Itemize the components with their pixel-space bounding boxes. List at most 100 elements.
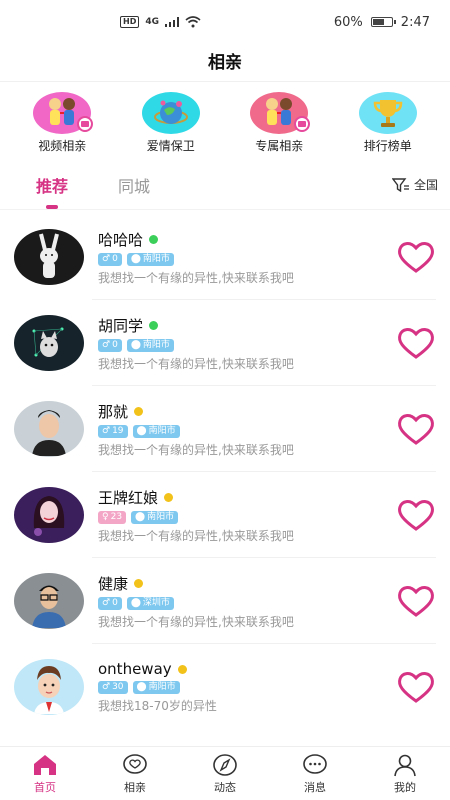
user-name: 哈哈哈	[98, 230, 144, 249]
video-camera-icon	[294, 116, 311, 132]
user-info: 王牌红娘 ♀ 23 ⬤ 南阳市 我想找一个有缘的异性,快来联系我吧	[98, 487, 396, 544]
user-motto: 我想找18-70岁的异性	[98, 699, 217, 713]
user-info: 健康 ♂ 0 ⬤ 深圳市 我想找一个有缘的异性,快来联系我吧	[98, 573, 396, 630]
list-item[interactable]: ontheway ♂ 30 ⬤ 南阳市 我想找18-70岁的异性	[0, 644, 450, 730]
like-heart-icon[interactable]	[396, 583, 436, 619]
location-icon: ⬤	[130, 339, 141, 350]
hd-indicator: HD	[120, 16, 140, 28]
nav-label: 我的	[394, 780, 416, 794]
feature-label: 排行榜单	[363, 139, 412, 153]
online-status-dot	[149, 234, 159, 244]
tab-same-city[interactable]: 同城	[118, 173, 150, 197]
compass-icon	[213, 753, 237, 776]
user-name: 健康	[98, 574, 129, 593]
nav-profile[interactable]: 我的	[360, 747, 450, 800]
status-bar: HD 4G 60% 2:47	[0, 0, 450, 44]
battery-icon	[370, 17, 396, 27]
city-badge: ⬤ 南阳市	[126, 338, 174, 352]
user-icon	[394, 754, 416, 776]
list-item[interactable]: 健康 ♂ 0 ⬤ 深圳市 我想找一个有缘的异性,快来联系我吧	[0, 558, 450, 644]
city-badge: ⬤ 深圳市	[126, 596, 174, 610]
online-status-dot	[134, 578, 144, 588]
list-item[interactable]: 胡同学 ♂ 0 ⬤ 南阳市 我想找一个有缘的异性,快来联系我吧	[0, 300, 450, 386]
like-heart-icon[interactable]	[396, 325, 436, 361]
location-icon: ⬤	[135, 511, 146, 522]
like-heart-icon[interactable]	[396, 669, 436, 705]
user-info: 那就 ♂ 19 ⬤ 南阳市 我想找一个有缘的异性,快来联系我吧	[98, 401, 396, 458]
city-badge: ⬤ 南阳市	[132, 681, 180, 694]
battery-percent: 60%	[333, 14, 363, 30]
status-right: 60% 2:47	[334, 15, 430, 30]
user-name: 王牌红娘	[98, 488, 159, 507]
feature-row: 视频相亲 爱情保卫 专属相亲 排行榜单	[0, 82, 450, 160]
feature-video-dating[interactable]: 视频相亲	[12, 92, 112, 154]
tab-recommend[interactable]: 推荐	[36, 173, 68, 197]
filter-label: 全国	[413, 178, 438, 192]
globe-love-icon	[141, 92, 200, 134]
bottom-nav: 首页 相亲 动态 消息 我的	[0, 746, 450, 800]
feature-label: 专属相亲	[255, 139, 304, 153]
online-status-dot	[177, 664, 187, 674]
home-icon	[34, 754, 56, 775]
like-heart-icon[interactable]	[396, 411, 436, 447]
user-motto: 我想找一个有缘的异性,快来联系我吧	[98, 614, 294, 629]
avatar	[14, 401, 84, 457]
user-motto: 我想找一个有缘的异性,快来联系我吧	[98, 528, 294, 543]
gender-age-badge: ♂ 19	[98, 424, 128, 438]
city-badge: ⬤ 南阳市	[131, 510, 179, 524]
nav-moments[interactable]: 动态	[180, 747, 270, 800]
avatar	[14, 229, 84, 285]
user-info: 胡同学 ♂ 0 ⬤ 南阳市 我想找一个有缘的异性,快来联系我吧	[98, 315, 396, 372]
network-indicator: 4G	[145, 17, 159, 27]
like-heart-icon[interactable]	[396, 239, 436, 275]
region-filter[interactable]: 全国	[391, 176, 438, 193]
location-icon: ⬤	[130, 253, 141, 264]
like-heart-icon[interactable]	[396, 497, 436, 533]
avatar	[14, 659, 84, 715]
location-icon: ⬤	[136, 682, 147, 692]
user-info: 哈哈哈 ♂ 0 ⬤ 南阳市 我想找一个有缘的异性,快来联系我吧	[98, 229, 396, 286]
user-name: ontheway	[98, 660, 172, 678]
city-badge: ⬤ 南阳市	[132, 424, 180, 438]
gender-age-badge: ♀ 23	[98, 510, 127, 524]
trophy-icon	[358, 92, 417, 134]
online-status-dot	[164, 492, 174, 502]
feature-love-guard[interactable]: 爱情保卫	[121, 92, 221, 154]
user-name: 那就	[98, 402, 129, 421]
couple-exclusive-icon	[250, 92, 311, 134]
gender-age-badge: ♂ 30	[98, 681, 128, 694]
avatar	[14, 315, 84, 371]
user-info: ontheway ♂ 30 ⬤ 南阳市 我想找18-70岁的异性	[98, 660, 396, 714]
feature-label: 视频相亲	[38, 139, 87, 153]
feature-exclusive-dating[interactable]: 专属相亲	[229, 92, 329, 154]
avatar	[14, 573, 84, 629]
wifi-icon	[185, 16, 201, 28]
list-item[interactable]: 哈哈哈 ♂ 0 ⬤ 南阳市 我想找一个有缘的异性,快来联系我吧	[0, 214, 450, 300]
filter-icon	[391, 177, 409, 192]
nav-dating[interactable]: 相亲	[90, 747, 180, 800]
list-item[interactable]: 那就 ♂ 19 ⬤ 南阳市 我想找一个有缘的异性,快来联系我吧	[0, 386, 450, 472]
clock: 2:47	[400, 14, 430, 30]
online-status-dot	[134, 406, 144, 416]
gender-age-badge: ♂ 0	[98, 596, 122, 610]
nav-label: 首页	[34, 780, 56, 794]
page-title: 相亲	[0, 44, 450, 82]
nav-home[interactable]: 首页	[0, 747, 90, 800]
nav-label: 消息	[304, 780, 326, 794]
gender-age-badge: ♂ 0	[98, 252, 122, 266]
nav-label: 动态	[214, 780, 236, 794]
feature-ranking[interactable]: 排行榜单	[338, 92, 438, 154]
signal-icon	[165, 17, 179, 27]
user-list: 哈哈哈 ♂ 0 ⬤ 南阳市 我想找一个有缘的异性,快来联系我吧 胡同学 ♂ 0 ⬤ 南阳…	[0, 210, 450, 730]
user-motto: 我想找一个有缘的异性,快来联系我吧	[98, 356, 294, 371]
video-camera-icon	[77, 116, 94, 132]
avatar	[14, 487, 84, 543]
status-left: HD 4G	[120, 16, 201, 28]
message-icon	[303, 753, 327, 774]
nav-messages[interactable]: 消息	[270, 747, 360, 800]
user-name: 胡同学	[98, 316, 144, 335]
city-badge: ⬤ 南阳市	[126, 252, 174, 266]
location-icon: ⬤	[130, 597, 141, 608]
heart-chat-icon	[123, 753, 147, 774]
list-item[interactable]: 王牌红娘 ♀ 23 ⬤ 南阳市 我想找一个有缘的异性,快来联系我吧	[0, 472, 450, 558]
